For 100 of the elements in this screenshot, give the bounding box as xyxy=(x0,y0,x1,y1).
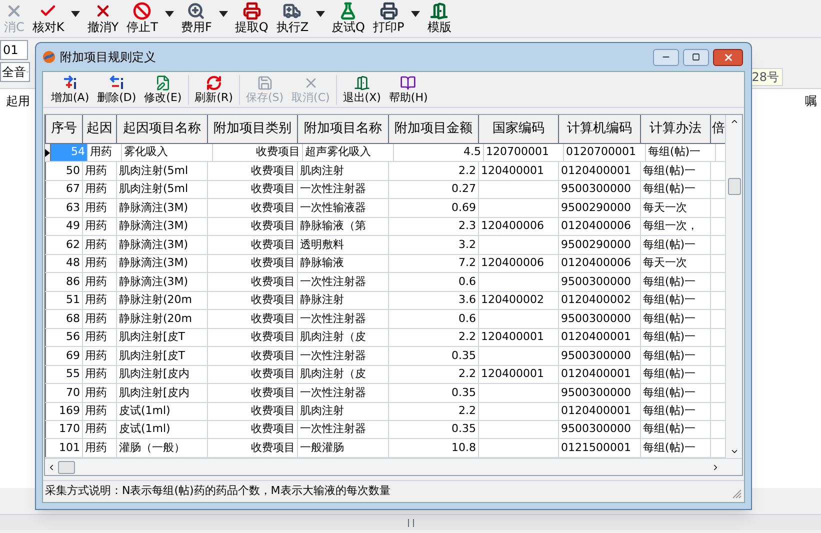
table-cell-text: 用药 xyxy=(85,440,107,456)
table-cell-text: 静脉滴注(3M) xyxy=(119,255,188,272)
table-cell-text: 每组(帖)一 xyxy=(648,144,701,160)
table-cell-text: 用药 xyxy=(85,366,107,382)
column-header[interactable]: 附加项目名称 xyxy=(298,115,389,143)
column-header[interactable]: 附加项目类别 xyxy=(208,115,298,143)
table-cell-text: 皮试(1ml) xyxy=(119,403,170,419)
table-cell-text: 用药 xyxy=(85,274,107,290)
table-cell-text: 用药 xyxy=(85,403,107,419)
close-button[interactable] xyxy=(713,48,743,66)
toolbar-button[interactable]: 刷新(R) xyxy=(190,75,237,107)
scroll-thumb[interactable] xyxy=(58,460,75,474)
column-header[interactable]: 序号 xyxy=(46,115,83,143)
ban-icon xyxy=(133,2,152,20)
table-cell-text: 每组(帖)一 xyxy=(643,292,696,308)
table-cell-text: 肌肉注射（皮 xyxy=(300,366,366,382)
table-cell-text: 2.2 xyxy=(458,162,476,179)
column-header[interactable]: 附加项目金额 xyxy=(389,115,479,143)
toolbar-button[interactable]: 提取Q xyxy=(230,2,272,37)
table-cell-text: 62 xyxy=(66,236,80,253)
table-cell-text: 收费项目 xyxy=(251,200,295,216)
text-field[interactable]: 01 xyxy=(0,40,28,60)
table-cell-text: 54 xyxy=(71,144,85,160)
table-cell-text: 120400001 xyxy=(481,162,544,179)
toolbar-button[interactable]: 删除(D) xyxy=(93,75,140,107)
ambulance-icon xyxy=(283,2,302,20)
toolbar-button[interactable]: 打印P xyxy=(369,2,408,37)
toolbar-button[interactable]: 撤消Y xyxy=(83,2,123,37)
row-indicator[interactable] xyxy=(45,144,51,162)
table-cell-text: 收费项目 xyxy=(251,274,295,290)
toolbar-button[interactable]: 帮助(H) xyxy=(384,75,432,107)
toolbar-button[interactable]: 核对K xyxy=(28,2,68,37)
table-cell-text: 用药 xyxy=(85,421,107,438)
table-cell-text: 3.6 xyxy=(458,292,476,308)
table-cell-text: 每组一次， xyxy=(643,218,698,234)
row-pointer-icon xyxy=(45,148,50,157)
combo-box[interactable]: 全音 xyxy=(0,62,30,82)
table-cell-text: 收费项目 xyxy=(251,421,295,438)
toolbar-button[interactable]: 增加(A) xyxy=(47,75,94,107)
column-header[interactable]: 计算办法 xyxy=(641,115,711,143)
magnifier-icon xyxy=(187,2,206,20)
column-header[interactable]: 倍 xyxy=(711,115,725,143)
maximize-button[interactable] xyxy=(683,48,709,66)
table-cell-text: 69 xyxy=(66,348,80,364)
table-cell-text: 收费项目 xyxy=(251,440,295,456)
table-cell-text: 0120700001 xyxy=(566,144,636,160)
table-cell-text: 收费项目 xyxy=(251,348,295,364)
dropdown-arrow-icon[interactable] xyxy=(411,11,420,17)
table-cell-text: 每组(帖)一 xyxy=(643,162,696,179)
table-cell-text: 7.2 xyxy=(458,255,476,272)
table-cell-text: 0120400001 xyxy=(561,162,631,179)
table-cell-text: 55 xyxy=(66,366,80,382)
table-cell-text: 9500290000 xyxy=(561,200,631,216)
table-cell-text: 70 xyxy=(66,384,80,401)
table-cell-text: 4.5 xyxy=(464,144,481,160)
dropdown-arrow-icon[interactable] xyxy=(164,11,174,17)
column-header[interactable]: 国家编码 xyxy=(479,115,559,143)
dropdown-arrow-icon[interactable] xyxy=(316,11,325,17)
scroll-thumb[interactable] xyxy=(728,178,740,195)
table-cell-text: 超声雾化吸入 xyxy=(305,144,371,160)
column-header[interactable]: 起因 xyxy=(83,115,117,143)
scroll-left-icon xyxy=(47,462,56,472)
toolbar-button[interactable]: 皮试Q xyxy=(328,2,369,37)
table-cell-text: 肌肉注射[皮T xyxy=(119,329,186,346)
toolbar-button[interactable]: 执行Z xyxy=(272,2,313,37)
toolbar-button[interactable]: 停止T xyxy=(122,2,162,37)
table-cell-text: 收费项目 xyxy=(251,310,295,327)
table-cell-text: 收费项目 xyxy=(251,292,295,308)
table-cell-text: 每组(帖)一 xyxy=(643,366,696,382)
toolbar-button[interactable]: 模版 xyxy=(423,2,456,37)
horizontal-scrollbar[interactable] xyxy=(45,458,742,475)
maximize-icon xyxy=(692,53,700,61)
table-cell-text: 一次性注射器 xyxy=(300,348,366,364)
table-cell-text: 9500300000 xyxy=(561,348,631,364)
table-cell-text: 皮试(1ml) xyxy=(119,421,170,438)
column-header[interactable]: 计算机编码 xyxy=(559,115,641,143)
horizontal-scrollbar[interactable] xyxy=(0,514,821,530)
table-cell-text: 用药 xyxy=(85,384,107,401)
app-logo-icon xyxy=(42,50,56,64)
toolbar-button[interactable]: 费用F xyxy=(176,2,216,37)
window-title: 附加项目规则定义 xyxy=(60,49,156,66)
table-cell-text: 120400002 xyxy=(481,292,544,308)
toolbar-button[interactable]: 修改(E) xyxy=(140,75,186,107)
printer-icon xyxy=(380,2,398,20)
table-cell-text: 用药 xyxy=(85,236,107,253)
table-cell-text: 9500300000 xyxy=(561,421,631,438)
table-cell-text: 静脉滴注(3M) xyxy=(119,200,188,216)
table-cell-text: 0120400006 xyxy=(561,255,631,272)
table-cell-text: 静脉注射(20m xyxy=(119,310,192,327)
table-cell-text: 用药 xyxy=(85,329,107,346)
table-cell-text: 肌肉注射(5ml xyxy=(119,181,188,198)
toolbar-button[interactable]: 退出(X) xyxy=(338,75,385,107)
column-header[interactable]: 起因项目名称 xyxy=(117,115,208,143)
table-cell-text: 静脉注射(20m xyxy=(119,292,192,308)
vertical-scrollbar[interactable] xyxy=(725,115,742,458)
dropdown-arrow-icon[interactable] xyxy=(71,11,80,17)
table-cell-text: 0120400002 xyxy=(561,292,631,308)
dropdown-arrow-icon[interactable] xyxy=(218,11,228,17)
table-cell-text: 0121500001 xyxy=(561,440,631,456)
door-icon xyxy=(354,75,370,91)
